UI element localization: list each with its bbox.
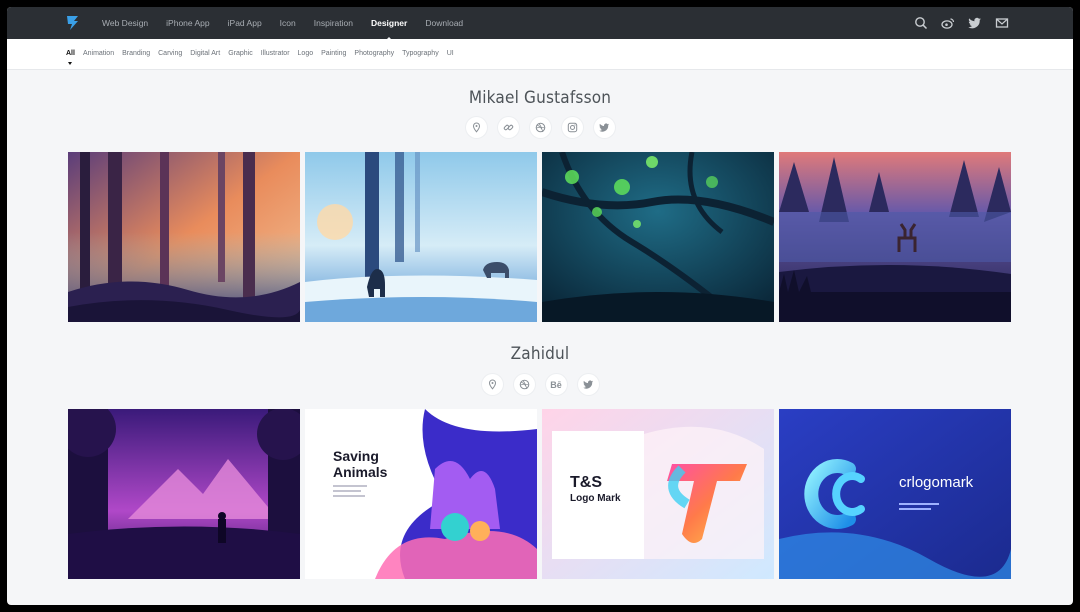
nav-iphone-app[interactable]: iPhone App — [166, 18, 209, 28]
category-animation[interactable]: Animation — [83, 50, 114, 57]
dribbble-icon[interactable] — [529, 117, 551, 138]
category-illustrator[interactable]: Illustrator — [261, 50, 290, 57]
snow-bear-artwork[interactable] — [305, 152, 537, 322]
location-icon[interactable] — [465, 117, 487, 138]
saving-title-line2: Animals — [333, 464, 388, 480]
category-all[interactable]: All — [66, 50, 75, 65]
green-lights-artwork[interactable] — [542, 152, 774, 322]
behance-icon[interactable]: Bē — [545, 374, 567, 395]
category-ui[interactable]: UI — [447, 50, 454, 57]
category-painting[interactable]: Painting — [321, 50, 346, 57]
nav-icons — [901, 7, 1009, 39]
category-carving[interactable]: Carving — [158, 50, 182, 57]
nav-designer[interactable]: Designer — [371, 18, 407, 40]
purple-mountain-artwork[interactable] — [68, 409, 300, 579]
ts-title: T&S — [570, 474, 602, 491]
category-bar: All Animation Branding Carving Digital A… — [7, 39, 1073, 70]
weibo-icon[interactable] — [941, 16, 955, 30]
twitter-icon[interactable] — [593, 117, 615, 138]
top-navbar: Web Design iPhone App iPad App Icon Insp… — [7, 7, 1073, 40]
behance-label: Bē — [550, 379, 562, 390]
designer-social-links — [7, 117, 1073, 138]
deer-forest-artwork[interactable] — [779, 152, 1011, 322]
ts-logo-mark-artwork[interactable]: T&S Logo Mark — [542, 409, 774, 579]
designer-name[interactable]: Mikael Gustafsson — [60, 88, 1019, 108]
designer-name[interactable]: Zahidul — [60, 344, 1019, 364]
crlogomark-text: crlogomark — [899, 474, 974, 491]
twitter-icon[interactable] — [577, 374, 599, 395]
designer-gallery — [68, 152, 1016, 322]
category-list: All Animation Branding Carving Digital A… — [66, 50, 462, 65]
category-graphic[interactable]: Graphic — [228, 50, 253, 57]
nav-download[interactable]: Download — [425, 18, 463, 28]
nav-icon[interactable]: Icon — [280, 18, 296, 28]
site-logo[interactable] — [65, 14, 81, 32]
browser-page: Web Design iPhone App iPad App Icon Insp… — [7, 7, 1073, 605]
ts-subtitle: Logo Mark — [570, 493, 621, 504]
dribbble-icon[interactable] — [513, 374, 535, 395]
twitter-icon[interactable] — [968, 16, 982, 30]
category-logo[interactable]: Logo — [298, 50, 314, 57]
location-icon[interactable] — [481, 374, 503, 395]
saving-animals-artwork[interactable]: Saving Animals — [305, 409, 537, 579]
instagram-icon[interactable] — [561, 117, 583, 138]
mail-icon[interactable] — [995, 16, 1009, 30]
search-icon[interactable] — [914, 16, 928, 30]
link-icon[interactable] — [497, 117, 519, 138]
saving-title-line1: Saving — [333, 448, 379, 464]
crlogomark-artwork[interactable]: crlogomark — [779, 409, 1011, 579]
category-digital-art[interactable]: Digital Art — [190, 50, 220, 57]
category-branding[interactable]: Branding — [122, 50, 150, 57]
category-typography[interactable]: Typography — [402, 50, 439, 57]
designer-social-links: Bē — [7, 374, 1073, 395]
category-photography[interactable]: Photography — [354, 50, 394, 57]
nav-web-design[interactable]: Web Design — [102, 18, 148, 28]
main-nav: Web Design iPhone App iPad App Icon Insp… — [102, 7, 481, 40]
forest-sunset-artwork[interactable] — [68, 152, 300, 322]
nav-inspiration[interactable]: Inspiration — [314, 18, 353, 28]
designer-gallery: Saving Animals T&S Logo Mark crlogomark — [68, 409, 1016, 579]
nav-ipad-app[interactable]: iPad App — [228, 18, 262, 28]
